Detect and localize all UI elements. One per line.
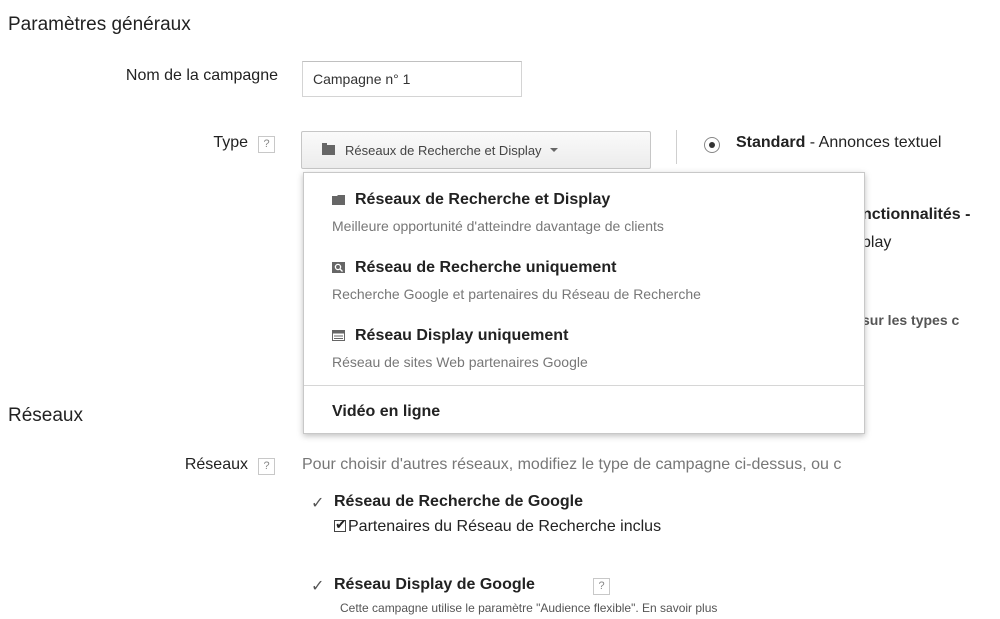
standard-radio-label-rest: - Annonces textuel <box>805 134 942 151</box>
campaign-type-dropdown-button[interactable]: Réseaux de Recherche et Display <box>301 131 651 169</box>
type-help-icon[interactable]: ? <box>258 136 275 153</box>
search-network-title: Réseau de Recherche de Google <box>334 493 583 510</box>
display-network-help-icon[interactable]: ? <box>593 578 610 595</box>
menu-item-title-text: Réseau de Recherche uniquement <box>355 259 617 276</box>
section-title-networks: Réseaux <box>8 405 83 426</box>
menu-item-title: Réseaux de Recherche et Display <box>332 191 610 209</box>
menu-item-desc: Réseau de sites Web partenaires Google <box>332 354 588 370</box>
vertical-divider <box>676 130 677 164</box>
standard-radio[interactable] <box>704 137 720 153</box>
standard-radio-label-bold: Standard <box>736 134 806 151</box>
behind-text-features: nctionnalités - <box>862 206 971 223</box>
folder-icon <box>322 143 335 155</box>
networks-intro-text: Pour choisir d'autres réseaux, modifiez … <box>302 456 842 473</box>
campaign-name-label: Nom de la campagne <box>125 67 278 84</box>
menu-item-desc: Meilleure opportunité d'atteindre davant… <box>332 218 664 234</box>
standard-radio-label: Standard - Annonces textuel <box>736 134 941 152</box>
networks-help-icon[interactable]: ? <box>258 458 275 475</box>
checkmark-icon: ✓ <box>311 578 325 595</box>
chevron-down-icon <box>549 148 558 152</box>
menu-item-search-only[interactable]: Réseau de Recherche uniquement Recherche… <box>304 253 864 317</box>
display-network-icon <box>332 330 345 341</box>
display-network-title: Réseau Display de Google <box>334 576 535 593</box>
menu-item-online-video[interactable]: Vidéo en ligne <box>332 403 440 421</box>
type-label: Type <box>213 134 248 151</box>
behind-text-types: sur les types c <box>862 312 960 328</box>
checkmark-icon: ✓ <box>311 495 325 512</box>
section-title-general: Paramètres généraux <box>8 14 191 35</box>
menu-item-desc: Recherche Google et partenaires du Résea… <box>332 286 701 302</box>
behind-text-display: play <box>862 234 892 251</box>
menu-item-title: Réseau Display uniquement <box>332 327 568 345</box>
campaign-name-input[interactable] <box>302 61 522 97</box>
menu-item-title-text: Réseau Display uniquement <box>355 327 569 344</box>
menu-item-display-only[interactable]: Réseau Display uniquement Réseau de site… <box>304 321 864 385</box>
menu-item-title-text: Réseaux de Recherche et Display <box>355 191 611 208</box>
search-network-icon <box>332 262 345 273</box>
display-network-note: Cette campagne utilise le paramètre "Aud… <box>340 601 718 615</box>
menu-item-search-and-display[interactable]: Réseaux de Recherche et Display Meilleur… <box>304 185 864 249</box>
campaign-type-menu: Réseaux de Recherche et Display Meilleur… <box>303 172 865 434</box>
menu-divider <box>304 385 864 386</box>
folder-icon <box>332 195 345 205</box>
campaign-type-button-label: Réseaux de Recherche et Display <box>345 142 542 158</box>
search-partners-option[interactable]: Partenaires du Réseau de Recherche inclu… <box>334 516 662 536</box>
menu-item-title: Réseau de Recherche uniquement <box>332 259 616 277</box>
radio-selected-dot <box>709 142 715 148</box>
networks-label: Réseaux <box>184 456 248 473</box>
partners-checkbox-icon[interactable] <box>334 516 347 533</box>
search-partners-label: Partenaires du Réseau de Recherche inclu… <box>348 518 662 535</box>
